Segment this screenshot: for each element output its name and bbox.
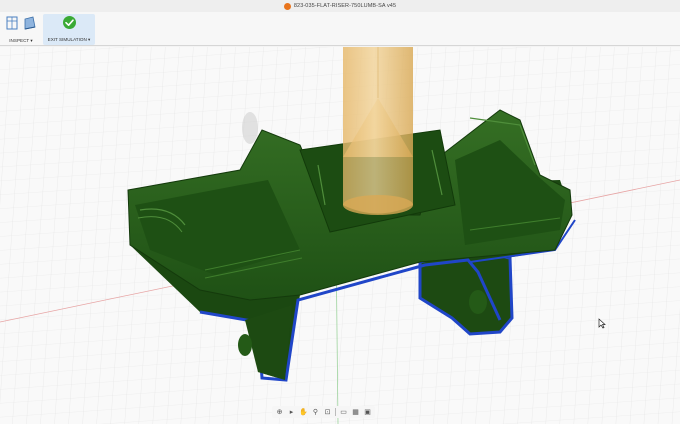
checkmark-icon: [62, 15, 77, 35]
title-bar: 823-035-FLAT-RISER-750LUMB-SA v45: [0, 0, 680, 12]
inspect-label: INSPECT ▾: [9, 38, 33, 43]
grid-icon[interactable]: ▦: [351, 408, 360, 417]
toolbar-ribbon: INSPECT ▾ EXIT SIMULATION ▾: [0, 12, 680, 46]
viewports-icon[interactable]: ▣: [363, 408, 372, 417]
part-left-leg-hole: [238, 334, 252, 356]
orbit-icon[interactable]: ⊕: [275, 408, 284, 417]
tool-shadow: [242, 112, 258, 144]
app-window: 823-035-FLAT-RISER-750LUMB-SA v45 INSPEC…: [0, 0, 680, 424]
simulation-scene: [0, 47, 680, 424]
zoom-icon[interactable]: ⚲: [311, 408, 320, 417]
exit-simulation-label: EXIT SIMULATION ▾: [47, 37, 91, 42]
measure-icon[interactable]: [6, 16, 19, 36]
cutting-tool-end: [343, 195, 413, 215]
inspect-group[interactable]: INSPECT ▾: [3, 15, 39, 45]
pan-icon[interactable]: ▸: [287, 408, 296, 417]
document-title: 823-035-FLAT-RISER-750LUMB-SA v45: [293, 3, 397, 9]
3d-viewport[interactable]: [0, 47, 680, 424]
hand-icon[interactable]: ✋: [299, 408, 308, 417]
exit-simulation-button[interactable]: EXIT SIMULATION ▾: [43, 14, 95, 45]
document-icon: [283, 2, 291, 10]
navigation-bar: ⊕ ▸ ✋ ⚲ ⊡ ▭ ▦ ▣: [272, 406, 375, 418]
nav-divider: [335, 408, 336, 416]
mouse-cursor-icon: [598, 318, 606, 329]
part-right-leg-hole: [469, 290, 487, 314]
display-settings-icon[interactable]: ▭: [339, 408, 348, 417]
section-analysis-icon[interactable]: [23, 16, 37, 36]
zoom-window-icon[interactable]: ⊡: [323, 408, 332, 417]
